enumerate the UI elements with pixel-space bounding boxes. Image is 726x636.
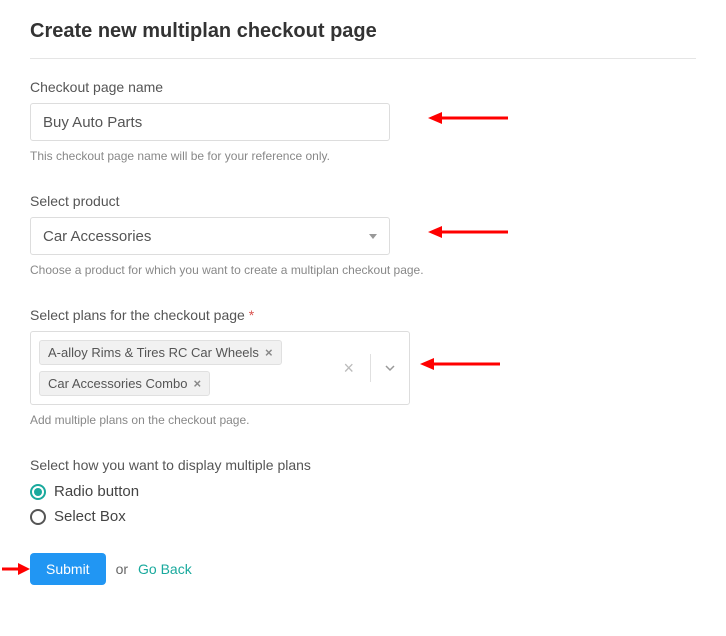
field-select-plans: Select plans for the checkout page * A-a… <box>30 307 696 429</box>
plan-tag: Car Accessories Combo × <box>39 371 210 396</box>
tags-area: A-alloy Rims & Tires RC Car Wheels × Car… <box>31 332 327 404</box>
chevron-down-icon[interactable] <box>381 359 399 377</box>
arrow-annotation-icon <box>428 111 508 125</box>
radio-icon <box>30 509 46 525</box>
product-select[interactable]: Car Accessories <box>30 217 390 255</box>
plans-label: Select plans for the checkout page * <box>30 307 696 323</box>
plans-label-text: Select plans for the checkout page <box>30 307 245 323</box>
plan-tag: A-alloy Rims & Tires RC Car Wheels × <box>39 340 282 365</box>
required-asterisk: * <box>249 307 254 323</box>
name-helper: This checkout page name will be for your… <box>30 147 430 165</box>
field-checkout-name: Checkout page name This checkout page na… <box>30 79 696 165</box>
remove-tag-icon[interactable]: × <box>265 346 273 359</box>
arrow-annotation-icon <box>2 562 30 576</box>
vertical-divider <box>370 354 371 382</box>
go-back-link[interactable]: Go Back <box>138 561 192 577</box>
clear-all-icon[interactable]: × <box>337 358 360 379</box>
or-text: or <box>116 561 128 577</box>
checkout-name-input[interactable] <box>30 103 390 141</box>
product-label: Select product <box>30 193 696 209</box>
caret-down-icon <box>369 234 377 239</box>
plans-multiselect[interactable]: A-alloy Rims & Tires RC Car Wheels × Car… <box>30 331 410 405</box>
radio-label: Select Box <box>54 508 126 525</box>
arrow-annotation-icon <box>420 357 500 371</box>
field-select-product: Select product Car Accessories Choose a … <box>30 193 696 279</box>
remove-tag-icon[interactable]: × <box>193 377 201 390</box>
multiselect-controls: × <box>327 332 409 404</box>
tag-label: A-alloy Rims & Tires RC Car Wheels <box>48 345 259 360</box>
action-row: Submit or Go Back <box>30 553 696 585</box>
product-helper: Choose a product for which you want to c… <box>30 261 430 279</box>
radio-icon <box>30 484 46 500</box>
divider <box>30 58 696 59</box>
plans-helper: Add multiple plans on the checkout page. <box>30 411 430 429</box>
submit-button[interactable]: Submit <box>30 553 106 585</box>
tag-label: Car Accessories Combo <box>48 376 187 391</box>
radio-group: Radio button Select Box <box>30 483 696 525</box>
product-selected-value: Car Accessories <box>43 228 369 245</box>
radio-label: Radio button <box>54 483 139 500</box>
arrow-annotation-icon <box>428 225 508 239</box>
display-label: Select how you want to display multiple … <box>30 457 696 473</box>
radio-option-select-box[interactable]: Select Box <box>30 508 696 525</box>
radio-option-radio-button[interactable]: Radio button <box>30 483 696 500</box>
field-display-mode: Select how you want to display multiple … <box>30 457 696 525</box>
page-title: Create new multiplan checkout page <box>30 20 696 43</box>
name-label: Checkout page name <box>30 79 696 95</box>
